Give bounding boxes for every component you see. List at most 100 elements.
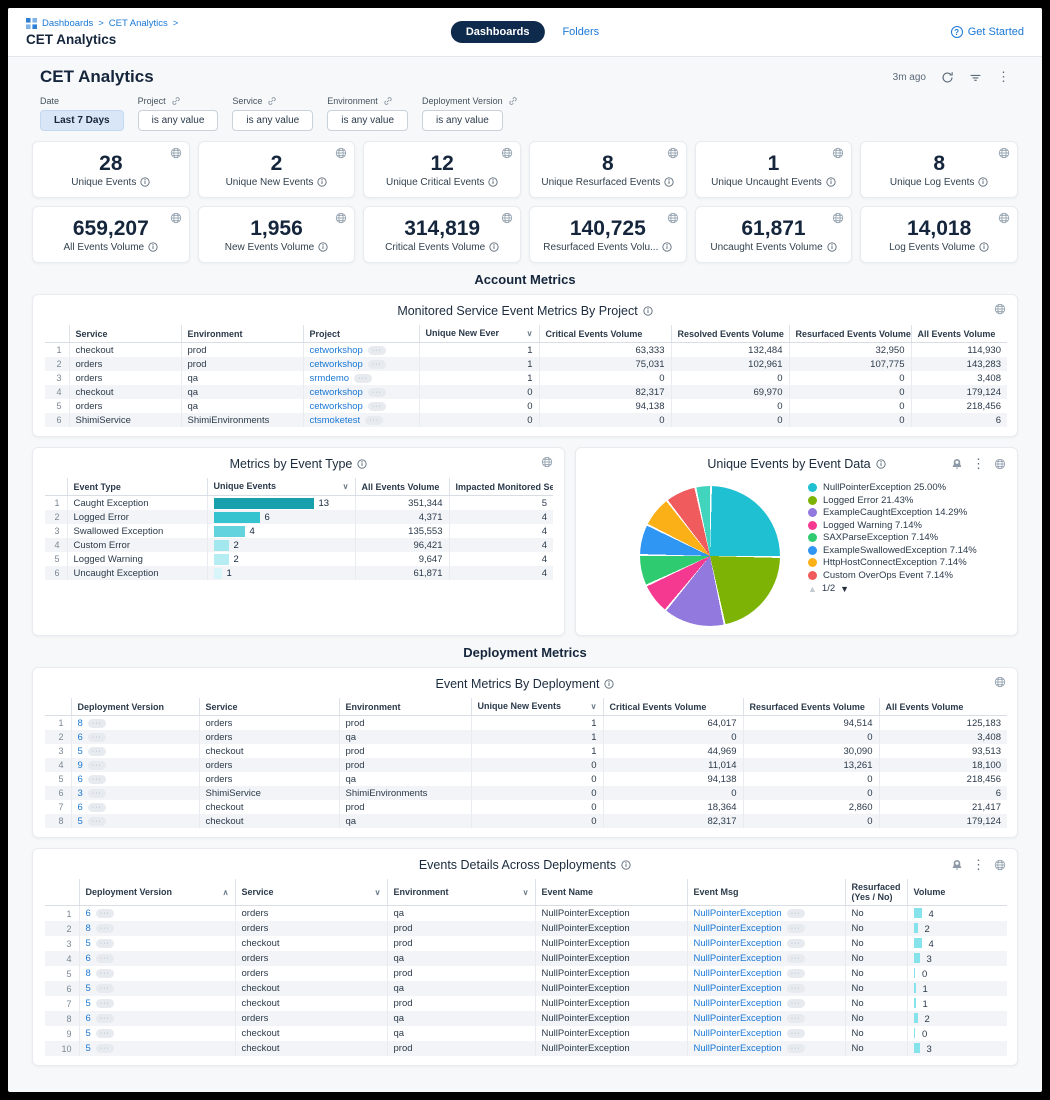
info-icon[interactable] bbox=[604, 679, 614, 689]
more-chip[interactable]: ··· bbox=[96, 1044, 114, 1053]
info-icon[interactable] bbox=[826, 177, 836, 187]
bell-icon[interactable] bbox=[951, 859, 963, 871]
info-icon[interactable] bbox=[318, 242, 328, 252]
more-chip[interactable]: ··· bbox=[96, 984, 114, 993]
legend-page-down-icon[interactable]: ▼ bbox=[840, 584, 849, 594]
info-icon[interactable] bbox=[662, 242, 672, 252]
cell-link[interactable]: 5 bbox=[78, 746, 83, 757]
info-icon[interactable] bbox=[876, 459, 886, 469]
more-chip[interactable]: ··· bbox=[787, 999, 805, 1008]
more-chip[interactable]: ··· bbox=[96, 999, 114, 1008]
cell-link[interactable]: 6 bbox=[78, 774, 83, 785]
globe-icon[interactable] bbox=[335, 212, 347, 224]
globe-icon[interactable] bbox=[994, 458, 1006, 470]
filter-value-button[interactable]: Last 7 Days bbox=[40, 110, 124, 131]
info-icon[interactable] bbox=[357, 459, 367, 469]
filter-value-button[interactable]: is any value bbox=[138, 110, 219, 131]
info-icon[interactable] bbox=[140, 177, 150, 187]
more-chip[interactable]: ··· bbox=[787, 1014, 805, 1023]
more-chip[interactable]: ··· bbox=[368, 346, 386, 355]
refresh-icon[interactable] bbox=[941, 71, 954, 84]
cell-link[interactable]: NullPointerException bbox=[694, 1028, 782, 1039]
cell-link[interactable]: NullPointerException bbox=[694, 938, 782, 949]
globe-icon[interactable] bbox=[501, 212, 513, 224]
pie-chart[interactable] bbox=[640, 486, 780, 626]
more-chip[interactable]: ··· bbox=[787, 984, 805, 993]
info-icon[interactable] bbox=[488, 177, 498, 187]
tab-dashboards[interactable]: Dashboards bbox=[451, 21, 545, 43]
globe-icon[interactable] bbox=[994, 676, 1006, 688]
cell-link[interactable]: 9 bbox=[78, 760, 83, 771]
more-chip[interactable]: ··· bbox=[787, 1029, 805, 1038]
more-chip[interactable]: ··· bbox=[96, 909, 114, 918]
more-chip[interactable]: ··· bbox=[88, 719, 106, 728]
cell-link[interactable]: 6 bbox=[78, 732, 83, 743]
cell-link[interactable]: 5 bbox=[86, 1043, 91, 1054]
cell-link[interactable]: 5 bbox=[86, 1028, 91, 1039]
cell-link[interactable]: 8 bbox=[86, 968, 91, 979]
more-chip[interactable]: ··· bbox=[88, 761, 106, 770]
cell-link[interactable]: 6 bbox=[86, 908, 91, 919]
more-chip[interactable]: ··· bbox=[88, 747, 106, 756]
kebab-menu-icon[interactable]: ⋮ bbox=[972, 857, 985, 873]
globe-icon[interactable] bbox=[335, 147, 347, 159]
filter-value-button[interactable]: is any value bbox=[422, 110, 503, 131]
cell-link[interactable]: cetworkshop bbox=[310, 387, 363, 398]
column-header[interactable]: ∨Service bbox=[235, 879, 387, 906]
more-chip[interactable]: ··· bbox=[96, 969, 114, 978]
globe-icon[interactable] bbox=[667, 212, 679, 224]
more-chip[interactable]: ··· bbox=[88, 803, 106, 812]
filter-value-button[interactable]: is any value bbox=[327, 110, 408, 131]
more-chip[interactable]: ··· bbox=[787, 1044, 805, 1053]
cell-link[interactable]: 8 bbox=[78, 718, 83, 729]
cell-link[interactable]: NullPointerException bbox=[694, 923, 782, 934]
globe-icon[interactable] bbox=[170, 147, 182, 159]
globe-icon[interactable] bbox=[994, 859, 1006, 871]
cell-link[interactable]: NullPointerException bbox=[694, 908, 782, 919]
cell-link[interactable]: 5 bbox=[86, 983, 91, 994]
globe-icon[interactable] bbox=[667, 147, 679, 159]
info-icon[interactable] bbox=[979, 242, 989, 252]
globe-icon[interactable] bbox=[170, 212, 182, 224]
tab-folders[interactable]: Folders bbox=[562, 26, 599, 38]
legend-page-up-icon[interactable]: ▲ bbox=[808, 584, 817, 594]
column-header[interactable]: ∨Unique Events bbox=[207, 478, 355, 496]
info-icon[interactable] bbox=[827, 242, 837, 252]
cell-link[interactable]: NullPointerException bbox=[694, 983, 782, 994]
globe-icon[interactable] bbox=[832, 212, 844, 224]
info-icon[interactable] bbox=[664, 177, 674, 187]
cell-link[interactable]: 6 bbox=[86, 953, 91, 964]
more-chip[interactable]: ··· bbox=[354, 374, 372, 383]
info-icon[interactable] bbox=[643, 306, 653, 316]
info-icon[interactable] bbox=[621, 860, 631, 870]
breadcrumb-item-dashboards[interactable]: Dashboards bbox=[42, 18, 93, 29]
column-header[interactable]: ∨Unique New Ever bbox=[419, 325, 539, 343]
info-icon[interactable] bbox=[317, 177, 327, 187]
more-chip[interactable]: ··· bbox=[787, 954, 805, 963]
more-chip[interactable]: ··· bbox=[88, 733, 106, 742]
bell-icon[interactable] bbox=[951, 458, 963, 470]
cell-link[interactable]: 6 bbox=[86, 1013, 91, 1024]
globe-icon[interactable] bbox=[832, 147, 844, 159]
globe-icon[interactable] bbox=[994, 303, 1006, 315]
cell-link[interactable]: 5 bbox=[86, 938, 91, 949]
cell-link[interactable]: NullPointerException bbox=[694, 998, 782, 1009]
more-chip[interactable]: ··· bbox=[787, 909, 805, 918]
cell-link[interactable]: 6 bbox=[78, 802, 83, 813]
globe-icon[interactable] bbox=[501, 147, 513, 159]
column-header[interactable]: ∨Unique New Events bbox=[471, 698, 603, 716]
more-chip[interactable]: ··· bbox=[787, 924, 805, 933]
info-icon[interactable] bbox=[489, 242, 499, 252]
cell-link[interactable]: NullPointerException bbox=[694, 1013, 782, 1024]
cell-link[interactable]: 5 bbox=[78, 816, 83, 827]
more-chip[interactable]: ··· bbox=[96, 939, 114, 948]
cell-link[interactable]: NullPointerException bbox=[694, 953, 782, 964]
cell-link[interactable]: cetworkshop bbox=[310, 345, 363, 356]
more-chip[interactable]: ··· bbox=[96, 1014, 114, 1023]
cell-link[interactable]: srmdemo bbox=[310, 373, 350, 384]
filter-value-button[interactable]: is any value bbox=[232, 110, 313, 131]
more-chip[interactable]: ··· bbox=[88, 817, 106, 826]
cell-link[interactable]: cetworkshop bbox=[310, 359, 363, 370]
more-chip[interactable]: ··· bbox=[368, 402, 386, 411]
more-chip[interactable]: ··· bbox=[96, 924, 114, 933]
